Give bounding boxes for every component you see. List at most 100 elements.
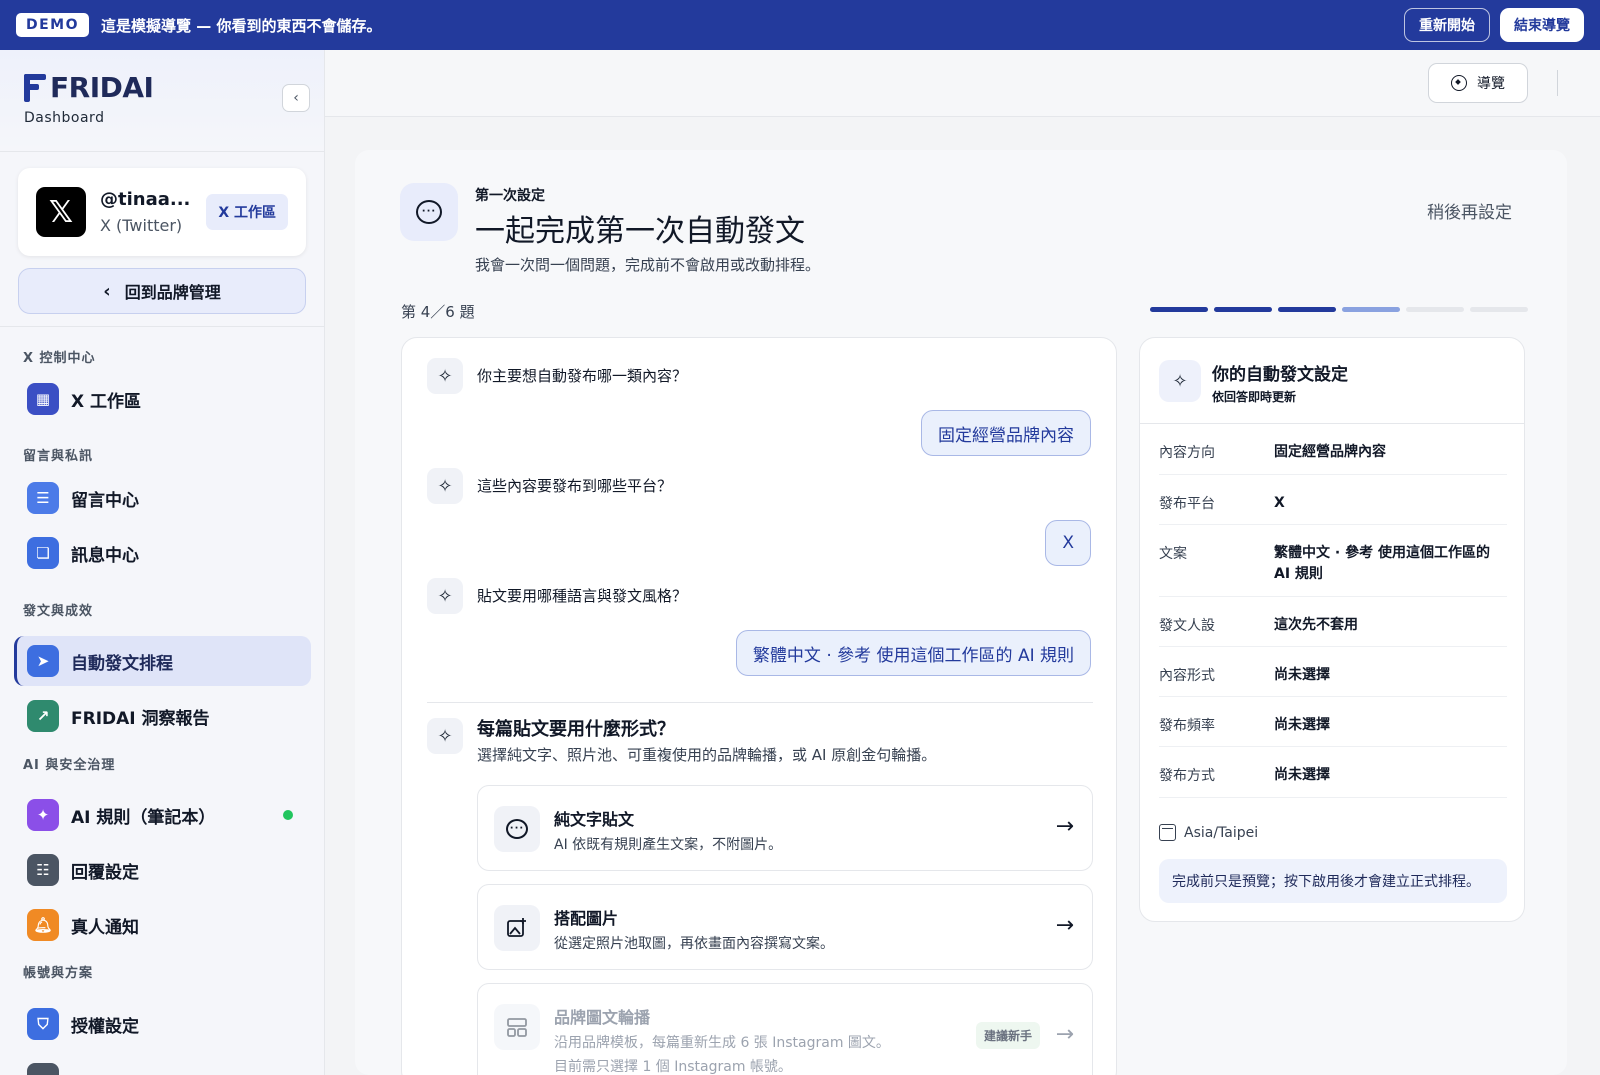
- setup-later-link[interactable]: 稍後再設定: [1427, 198, 1512, 223]
- sidebar-item-label: 回覆設定: [71, 862, 139, 883]
- divider: [1557, 70, 1558, 96]
- folder-icon: [27, 1063, 59, 1075]
- guide-button[interactable]: 導覽: [1428, 63, 1528, 103]
- x-logo-icon: 𝕏: [36, 187, 86, 237]
- settings-row: 文案 繁體中文 · 參考 使用這個工作區的 AI 規則: [1159, 525, 1507, 597]
- workspace-chip[interactable]: X 工作區: [206, 194, 288, 230]
- step-indicator: 第 4／6 題: [401, 303, 475, 321]
- sidebar-item-label: AI 規則（筆記本）: [71, 807, 216, 828]
- sparkle-icon: ✦: [27, 799, 59, 831]
- option-desc: AI 依既有規則產生文案，不附圖片。: [554, 837, 783, 853]
- arrow-right-icon: →: [1055, 913, 1074, 938]
- grid-icon: ▦: [27, 383, 59, 415]
- back-to-brands-button[interactable]: ‹ 回到品牌管理: [18, 268, 306, 314]
- image-add-icon: [494, 905, 540, 951]
- settings-title: 你的自動發文設定: [1212, 365, 1348, 385]
- nav-section-comments: 留言與私訊: [23, 449, 94, 464]
- brand-header: FRIDAI Dashboard ‹: [0, 50, 324, 152]
- comment-icon: ☰: [27, 482, 59, 514]
- progress-segment: [1406, 307, 1464, 312]
- sidebar-item-label: FRIDAI 洞察報告: [71, 708, 210, 729]
- progress-segment: [1278, 307, 1336, 312]
- settings-summary-card: ✧ 你的自動發文設定 依回答即時更新 內容方向 固定經營品牌內容 發布平台 X …: [1139, 337, 1525, 922]
- end-tour-button[interactable]: 結束導覽: [1500, 8, 1584, 42]
- sparkle-icon: ✧: [427, 578, 463, 614]
- sidebar-item-label: 真人通知: [71, 917, 139, 938]
- sidebar-item-comments[interactable]: ☰ 留言中心: [14, 473, 311, 523]
- dashboard-label: Dashboard: [24, 110, 105, 126]
- sidebar-item-x-workspace[interactable]: ▦ X 工作區: [14, 374, 311, 424]
- settings-value: 尚未選擇: [1274, 767, 1330, 783]
- option-desc-secondary: 目前需只選擇 1 個 Instagram 帳號。: [554, 1059, 792, 1075]
- calendar-clock-icon: [1159, 824, 1176, 841]
- sidebar-item-label: 授權設定: [71, 1016, 139, 1037]
- nav-section-ai: AI 與安全治理: [23, 758, 116, 773]
- account-platform: X (Twitter): [100, 216, 183, 235]
- answer-bubble: 繁體中文 · 參考 使用這個工作區的 AI 規則: [735, 630, 1091, 676]
- settings-key: 發文人設: [1159, 618, 1215, 634]
- layout-icon: [494, 1004, 540, 1050]
- header-eyebrow: 第一次設定: [475, 188, 545, 204]
- settings-value: 尚未選擇: [1274, 717, 1330, 733]
- page-title: 一起完成第一次自動發文: [475, 214, 805, 249]
- sidebar-item-authorization[interactable]: ⛉ 授權設定: [14, 999, 311, 1049]
- current-question: 每篇貼文要用什麼形式？: [477, 719, 675, 740]
- settings-value: 這次先不套用: [1274, 617, 1358, 633]
- send-icon: ➤: [27, 645, 59, 677]
- timezone: Asia/Taipei: [1159, 824, 1258, 841]
- logo[interactable]: FRIDAI: [24, 74, 324, 102]
- option-desc: 沿用品牌模板，每篇重新生成 6 張 Instagram 圖文。: [554, 1035, 890, 1051]
- arrow-right-icon: →: [1055, 1022, 1074, 1047]
- sparkle-icon: ✧: [427, 718, 463, 754]
- settings-key: 內容形式: [1159, 668, 1215, 684]
- banner-text: 這是模擬導覽 — 你看到的東西不會儲存。: [101, 16, 382, 35]
- online-status-dot: [283, 810, 293, 820]
- sidebar-item-label: 訊息中心: [71, 545, 139, 566]
- nav-section-publishing: 發文與成效: [23, 604, 94, 619]
- question-text: 貼文要用哪種語言與發文風格？: [477, 587, 688, 605]
- chevron-left-icon: ‹: [103, 280, 111, 302]
- settings-row: 發文人設 這次先不套用: [1159, 597, 1507, 647]
- setup-chat-card: ✧ 你主要想自動發布哪一類內容？ 固定經營品牌內容 ✧ 這些內容要發布到哪些平台…: [401, 337, 1117, 1075]
- chat-bubble-icon: ···: [416, 200, 442, 224]
- sidebar-item-ai-rules[interactable]: ✦ AI 規則（筆記本）: [14, 790, 311, 840]
- settings-key: 發布方式: [1159, 768, 1215, 784]
- option-text-post[interactable]: ··· 純文字貼文 AI 依既有規則產生文案，不附圖片。 →: [477, 785, 1093, 871]
- preview-note: 完成前只是預覽；按下啟用後才會建立正式排程。: [1159, 859, 1507, 903]
- account-card[interactable]: 𝕏 @tinaa... X (Twitter) X 工作區: [18, 168, 306, 256]
- header-icon: ···: [400, 183, 458, 241]
- back-label: 回到品牌管理: [124, 283, 221, 302]
- sidebar-item-auto-post[interactable]: ➤ 自動發文排程: [14, 636, 311, 686]
- settings-row: 內容方向 固定經營品牌內容: [1159, 424, 1507, 475]
- question-text: 你主要想自動發布哪一類內容？: [477, 367, 688, 385]
- settings-row: 發布平台 X: [1159, 475, 1507, 525]
- arrow-right-icon: →: [1055, 814, 1074, 839]
- sidebar-item-label: X 工作區: [71, 391, 142, 412]
- option-brand-carousel[interactable]: 品牌圖文輪播 沿用品牌模板，每篇重新生成 6 張 Instagram 圖文。 目…: [477, 983, 1093, 1075]
- sidebar-item-messages[interactable]: ❏ 訊息中心: [14, 528, 311, 578]
- guide-label: 導覽: [1477, 76, 1505, 92]
- progress-bar: [1150, 307, 1528, 312]
- restart-button[interactable]: 重新開始: [1404, 8, 1490, 42]
- sidebar-item-insights[interactable]: ↗ FRIDAI 洞察報告: [14, 691, 311, 741]
- collapse-sidebar-button[interactable]: ‹: [282, 84, 310, 112]
- settings-key: 發布平台: [1159, 496, 1215, 512]
- sidebar-item-reply-settings[interactable]: ☷ 回覆設定: [14, 845, 311, 895]
- sliders-icon: ☷: [27, 854, 59, 886]
- settings-row: 發布方式 尚未選擇: [1159, 747, 1507, 798]
- settings-key: 文案: [1159, 546, 1187, 562]
- logo-text: FRIDAI: [50, 71, 154, 104]
- trend-icon: ↗: [27, 700, 59, 732]
- top-bar: 導覽: [325, 50, 1600, 117]
- option-title: 純文字貼文: [554, 810, 635, 829]
- compass-icon: [1451, 75, 1467, 91]
- option-with-image[interactable]: 搭配圖片 從選定照片池取圖，再依畫面內容撰寫文案。 →: [477, 884, 1093, 970]
- sidebar: FRIDAI Dashboard ‹ 𝕏 @tinaa... X (Twitte…: [0, 50, 325, 1075]
- shield-icon: ⛉: [27, 1008, 59, 1040]
- sidebar-item-partial[interactable]: [14, 1054, 311, 1075]
- sidebar-item-human-alerts[interactable]: 🔔︎ 真人通知: [14, 900, 311, 950]
- chat-bubble-icon: ···: [494, 806, 540, 852]
- question-text: 這些內容要發布到哪些平台？: [477, 477, 673, 495]
- timezone-label: Asia/Taipei: [1184, 824, 1259, 841]
- messages-icon: ❏: [27, 537, 59, 569]
